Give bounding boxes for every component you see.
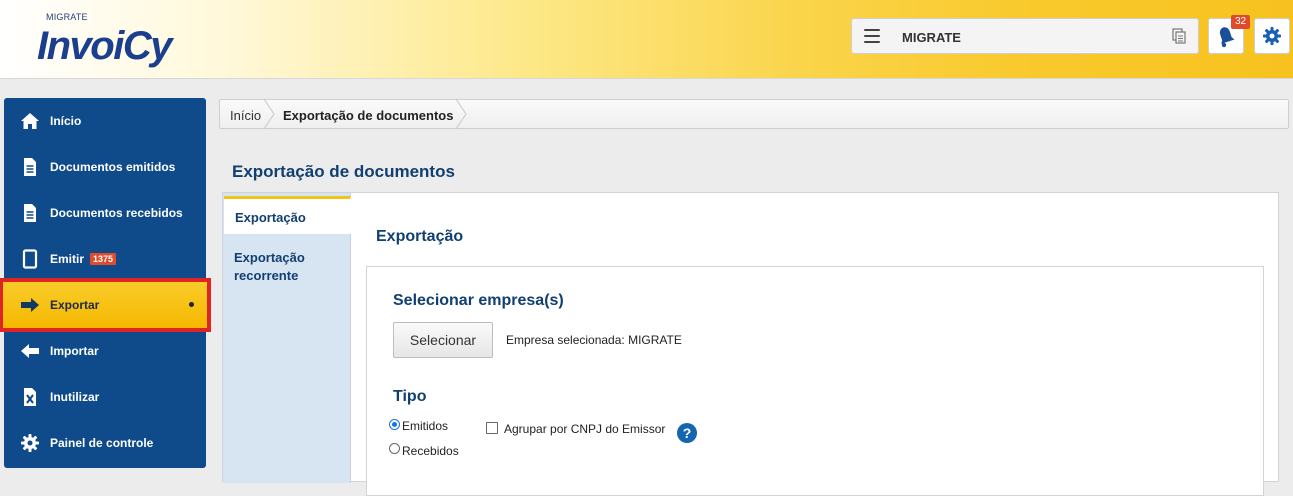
tab-exportacao-recorrente[interactable]: Exportação recorrente: [234, 249, 334, 285]
sidebar-item-painel-de-controle[interactable]: Painel de controle: [4, 420, 206, 466]
tablet-icon: [22, 249, 38, 269]
logo-company-text: MIGRATE: [46, 12, 88, 22]
sidebar-item-label: Exportar: [50, 298, 100, 312]
breadcrumb: Início Exportação de documentos: [219, 99, 1289, 129]
section-title: Exportação: [376, 228, 464, 245]
notifications-count-badge: 32: [1231, 15, 1251, 29]
sidebar-item-inicio[interactable]: Início: [4, 98, 206, 144]
company-selector[interactable]: MIGRATE: [851, 18, 1199, 54]
radio-recebidos-label: Recebidos: [402, 444, 459, 458]
breadcrumb-home-link[interactable]: Início: [230, 108, 261, 123]
selecionar-button[interactable]: Selecionar: [393, 322, 493, 358]
sidebar-item-label: Emitir: [50, 252, 85, 266]
sidebar-item-label: Painel de controle: [50, 436, 154, 450]
sidebar-item-exportar[interactable]: Exportar: [0, 278, 211, 332]
notifications-button[interactable]: 32: [1208, 15, 1251, 54]
sidebar-item-inutilizar[interactable]: Inutilizar: [4, 374, 206, 420]
sidebar-item-importar[interactable]: Importar: [4, 328, 206, 374]
tipo-section-title: Tipo: [393, 388, 427, 405]
breadcrumb-separator-icon: [455, 99, 467, 129]
copy-icon[interactable]: [1172, 28, 1186, 44]
arrow-left-icon: [21, 344, 39, 358]
document-icon: [24, 158, 36, 176]
radio-emitidos[interactable]: [389, 419, 400, 430]
active-indicator-dot: [189, 302, 194, 307]
gear-icon: [21, 434, 39, 452]
sidebar-item-label: Importar: [50, 344, 99, 358]
sidebar-item-label: Documentos recebidos: [50, 206, 183, 220]
breadcrumb-current: Exportação de documentos: [283, 108, 454, 123]
home-icon: [21, 113, 39, 129]
sidebar-item-label: Documentos emitidos: [50, 160, 176, 174]
arrow-right-icon: [21, 298, 39, 312]
sidebar-item-emitir[interactable]: Emitir 1375: [4, 236, 206, 282]
invoicy-logo[interactable]: InvoiCy: [37, 22, 172, 70]
sidebar-nav: Início Documentos emitidos Documentos re…: [0, 98, 211, 468]
agrupar-cnpj-checkbox[interactable]: [486, 422, 498, 434]
sidebar-item-documentos-recebidos[interactable]: Documentos recebidos: [4, 190, 206, 236]
sidebar-item-documentos-emitidos[interactable]: Documentos emitidos: [4, 144, 206, 190]
sidebar-item-label: Início: [50, 114, 82, 128]
tab-exportacao[interactable]: Exportação: [224, 196, 351, 234]
radio-emitidos-label: Emitidos: [402, 419, 449, 433]
emitir-count-badge: 1375: [90, 253, 117, 265]
company-name: MIGRATE: [902, 30, 961, 45]
radio-recebidos[interactable]: [389, 443, 400, 454]
empresa-section-title: Selecionar empresa(s): [393, 292, 564, 309]
document-icon: [24, 204, 36, 222]
page-title: Exportação de documentos: [232, 162, 455, 181]
tabs-column: [223, 193, 351, 483]
export-form: Selecionar empresa(s) Selecionar Empresa…: [366, 266, 1264, 496]
agrupar-cnpj-label: Agrupar por CNPJ do Emissor: [504, 422, 666, 436]
help-icon[interactable]: ?: [677, 423, 697, 443]
breadcrumb-separator-icon: [263, 99, 275, 129]
empresa-selecionada-text: Empresa selecionada: MIGRATE: [506, 333, 682, 347]
sidebar-item-label: Inutilizar: [50, 390, 100, 404]
export-panel: Exportação Exportação recorrente Exporta…: [222, 192, 1279, 496]
cancel-document-icon: [24, 388, 36, 406]
settings-button[interactable]: [1254, 18, 1290, 54]
menu-icon[interactable]: [864, 29, 880, 43]
top-header: MIGRATE InvoiCy MIGRATE 32: [0, 0, 1293, 79]
gear-icon: [1263, 27, 1281, 45]
